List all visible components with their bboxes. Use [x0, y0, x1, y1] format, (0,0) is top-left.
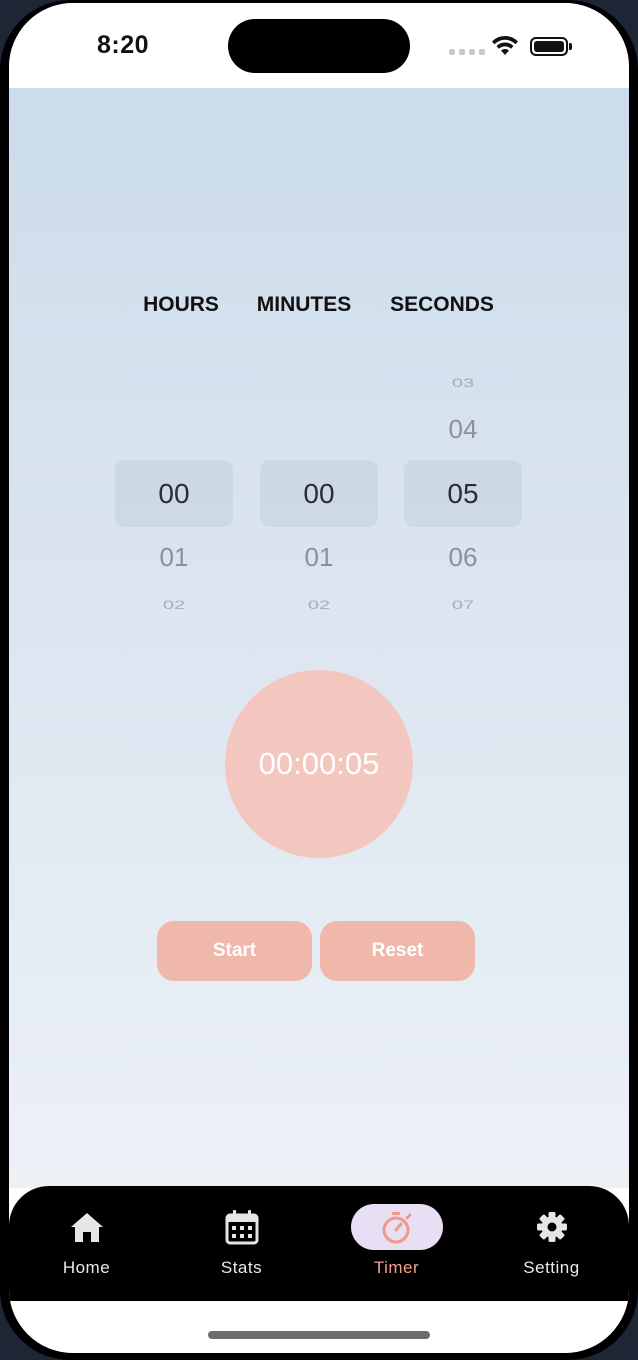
seconds-option-below-far[interactable]: 07: [404, 599, 522, 613]
tab-setting-label: Setting: [523, 1258, 580, 1277]
minutes-option-selected[interactable]: 00: [260, 478, 378, 510]
stopwatch-icon: [382, 1212, 411, 1244]
seconds-picker[interactable]: 03 04 05 06 07: [404, 358, 522, 628]
hours-picker[interactable]: 00 01 02: [115, 358, 233, 628]
home-icon: [70, 1213, 103, 1242]
gear-icon: [536, 1212, 567, 1242]
screen: 8:20 HOURS MINUTES SECONDS 00 01 02 00 0…: [9, 3, 629, 1353]
status-bar: 8:20: [9, 3, 629, 88]
tab-timer-label: Timer: [373, 1258, 420, 1277]
cellular-signal-icon: [449, 49, 485, 55]
minutes-option-below-far[interactable]: 02: [260, 599, 378, 613]
tab-timer[interactable]: Timer: [319, 1186, 474, 1301]
tab-home-label: Home: [62, 1258, 111, 1277]
minutes-option-below-near[interactable]: 01: [260, 542, 378, 573]
wifi-icon: [492, 35, 518, 55]
seconds-option-below-near[interactable]: 06: [404, 542, 522, 573]
dynamic-island: [228, 19, 410, 73]
seconds-option-above-near[interactable]: 04: [404, 414, 522, 445]
seconds-option-above-far[interactable]: 03: [404, 377, 522, 391]
minutes-picker[interactable]: 00 01 02: [260, 358, 378, 628]
home-indicator[interactable]: [208, 1331, 430, 1339]
battery-icon: [530, 37, 572, 56]
tab-setting[interactable]: Setting: [474, 1186, 629, 1301]
reset-button[interactable]: Reset: [320, 921, 475, 981]
timer-screen: HOURS MINUTES SECONDS 00 01 02 00 01 02 …: [9, 88, 629, 1188]
status-time: 8:20: [97, 31, 150, 59]
hours-option-below-far[interactable]: 02: [115, 599, 233, 613]
countdown-display: 00:00:05: [225, 670, 413, 858]
hours-option-below-near[interactable]: 01: [115, 542, 233, 573]
hours-option-selected[interactable]: 00: [115, 478, 233, 510]
start-button[interactable]: Start: [157, 921, 312, 981]
home-indicator-area: [9, 1301, 629, 1353]
tab-bar: Home Stats Timer Setting: [9, 1186, 629, 1301]
seconds-option-selected[interactable]: 05: [404, 478, 522, 510]
tab-home[interactable]: Home: [9, 1186, 164, 1301]
seconds-label: SECONDS: [390, 293, 494, 316]
minutes-label: MINUTES: [256, 293, 352, 316]
tab-stats-label: Stats: [220, 1258, 263, 1277]
tab-stats[interactable]: Stats: [164, 1186, 319, 1301]
calendar-icon: [225, 1210, 258, 1245]
device-frame: 8:20 HOURS MINUTES SECONDS 00 01 02 00 0…: [0, 0, 638, 1360]
